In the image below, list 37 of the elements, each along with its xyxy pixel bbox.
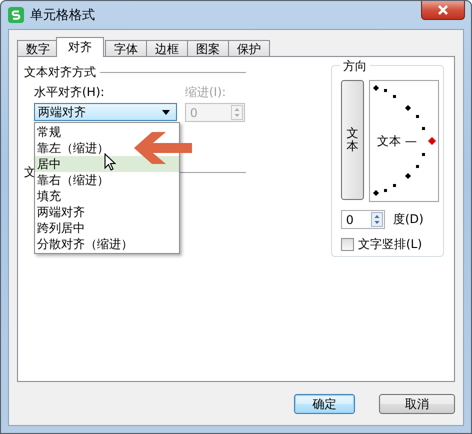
dropdown-option[interactable]: 靠左（缩进） [35,140,109,156]
arrow-icon [134,132,192,164]
pointer-icon [104,153,116,171]
dropdown-option[interactable]: 常规 [35,124,61,140]
dial-label: 文本 — [377,133,417,150]
spinner-arrows-icon [231,105,243,120]
checkbox[interactable] [341,238,354,251]
dropdown-option[interactable]: 两端对齐 [35,204,85,220]
tab[interactable]: 图案 [187,40,229,57]
checkbox-label: 文字竖排(L) [358,236,422,253]
dropdown-option[interactable]: 填充 [35,188,61,204]
group-title: 文 [24,164,36,181]
field-label: 度(D) [393,211,424,228]
dropdown-option[interactable]: 居中 [35,156,61,172]
tab[interactable]: 边框 [146,40,188,57]
close-button[interactable] [421,1,465,20]
group-title: 文本对齐方式 [24,64,96,81]
dropdown-option[interactable]: 分散对齐（缩进） [35,236,133,252]
cancel-button[interactable]: 取消 [379,394,455,414]
degrees-field[interactable]: 0 [341,210,385,229]
vertical-text-button[interactable]: 文本 [341,80,364,200]
spinner-arrows-icon [371,212,383,227]
tab[interactable]: 对齐 [56,37,104,57]
orientation-dial[interactable]: 文本 — [369,80,439,202]
ok-button[interactable]: 确定 [294,394,355,414]
angle-marker-icon [428,137,436,145]
tab[interactable]: 字体 [105,40,147,57]
caret-icon [162,110,170,114]
app-icon [8,7,24,23]
dropdown-option[interactable]: 跨列居中 [35,220,85,236]
field-label: 水平对齐(H): [34,84,106,101]
close-icon [437,5,449,15]
dropdown[interactable]: 两端对齐 [34,103,177,121]
window-title: 单元格格式 [30,7,95,24]
tab[interactable]: 保护 [228,40,270,57]
dropdown-option[interactable]: 靠右（缩进） [35,172,109,188]
field-label: 缩进(I): [185,84,227,101]
